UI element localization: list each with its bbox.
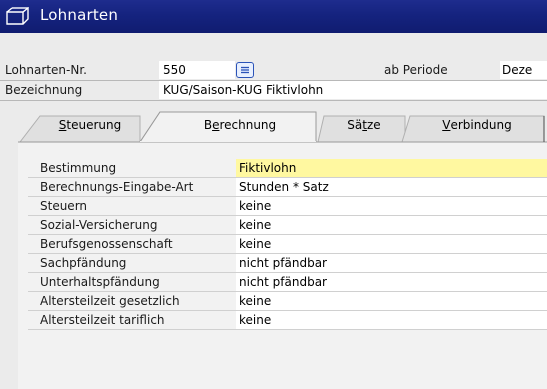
field-label: Bestimmung: [40, 161, 117, 175]
field-label: Altersteilzeit tariflich: [40, 313, 165, 327]
field-label: Berufsgenossenschaft: [40, 237, 173, 251]
row-divider: [28, 329, 547, 330]
tab-berechnung[interactable]: Be rechnung: [170, 108, 310, 142]
field-value[interactable]: Stunden * Satz: [236, 178, 547, 197]
field-label: Unterhaltspfändung: [40, 275, 160, 289]
field-value[interactable]: keine: [236, 235, 547, 254]
field-row-berechnungs-eingabe-art: Berechnungs-Eingabe-Art Stunden * Satz: [28, 178, 547, 197]
field-value[interactable]: keine: [236, 197, 547, 216]
field-row-steuern: Steuern keine: [28, 197, 547, 216]
field-label: Steuern: [40, 199, 88, 213]
field-row-berufsgenossenschaft: Berufsgenossenschaft keine: [28, 235, 547, 254]
tab-saetze[interactable]: Sä t ze: [324, 108, 404, 142]
choose-from-list-icon: [241, 66, 249, 74]
field-row-unterhaltspfaendung: Unterhaltspfändung nicht pfändbar: [28, 273, 547, 292]
title-bar[interactable]: Lohnarten: [0, 0, 547, 33]
field-value[interactable]: keine: [236, 216, 547, 235]
ab-periode-value: Deze: [502, 63, 533, 77]
field-value[interactable]: keine: [236, 311, 547, 330]
lohnart-nr-value: 550: [163, 63, 186, 77]
bezeichnung-value: KUG/Saison-KUG Fiktivlohn: [163, 83, 324, 97]
field-row-altersteilzeit-gesetzlich: Altersteilzeit gesetzlich keine: [28, 292, 547, 311]
header-divider-2: [0, 100, 547, 101]
tab-verbindung[interactable]: Verbindung: [414, 108, 540, 142]
bezeichnung-field[interactable]: KUG/Saison-KUG Fiktivlohn: [159, 81, 547, 99]
ab-periode-label: ab Periode: [384, 63, 448, 77]
bezeichnung-label: Bezeichnung: [5, 83, 83, 97]
window-title: Lohnarten: [40, 6, 119, 24]
field-label: Altersteilzeit gesetzlich: [40, 294, 180, 308]
tab-strip: Steuerung Be rechnung Sä t ze Verbindung: [0, 108, 547, 142]
field-row-altersteilzeit-tariflich: Altersteilzeit tariflich keine: [28, 311, 547, 330]
lohnart-nr-field[interactable]: 550: [159, 61, 235, 79]
field-value[interactable]: nicht pfändbar: [236, 273, 547, 292]
tab-steuerung[interactable]: Steuerung: [40, 108, 140, 142]
field-value[interactable]: Fiktivlohn: [236, 159, 547, 178]
berechnung-panel: Bestimmung Fiktivlohn Berechnungs-Eingab…: [18, 142, 547, 389]
choose-from-list-button[interactable]: [236, 62, 254, 78]
field-value[interactable]: keine: [236, 292, 547, 311]
field-row-sachpfaendung: Sachpfändung nicht pfändbar: [28, 254, 547, 273]
field-label: Sozial-Versicherung: [40, 218, 158, 232]
lohnarten-window: Lohnarten Lohnarten-Nr. 550 ab Periode D…: [0, 0, 547, 389]
ab-periode-field[interactable]: Deze: [500, 61, 547, 79]
field-row-sozial-versicherung: Sozial-Versicherung keine: [28, 216, 547, 235]
lohnart-nr-label: Lohnarten-Nr.: [5, 63, 87, 77]
field-label: Berechnungs-Eingabe-Art: [40, 180, 194, 194]
form-window-icon: [6, 7, 29, 25]
field-row-bestimmung: Bestimmung Fiktivlohn: [28, 159, 547, 178]
field-label: Sachpfändung: [40, 256, 127, 270]
field-value[interactable]: nicht pfändbar: [236, 254, 547, 273]
